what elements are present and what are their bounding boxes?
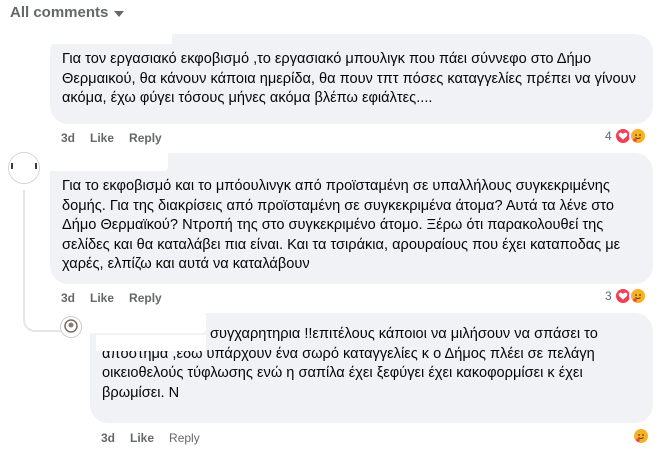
reply-bubble: συγχαρητηρια !!επιτέλους κάποιοι να μιλή… (90, 313, 653, 423)
hug-emoji-icon (628, 287, 647, 305)
comment-text: Για τον εργασιακό εκφοβισμό ,το εργασιακ… (62, 51, 636, 106)
reply-button[interactable]: Reply (169, 431, 200, 445)
reaction-summary[interactable] (632, 427, 650, 445)
reply-thread-line (23, 190, 61, 332)
comment-filter-dropdown[interactable]: All comments (10, 4, 125, 21)
comment-timestamp[interactable]: 3d (61, 131, 75, 145)
comment-timestamp[interactable]: 3d (61, 291, 75, 305)
comment-author-name-redacted (96, 335, 206, 351)
comment-actions: 3d Like Reply (101, 431, 200, 445)
hug-emoji-icon (632, 427, 650, 445)
chevron-down-icon (114, 10, 125, 17)
like-button[interactable]: Like (130, 431, 154, 445)
reaction-count: 3 (605, 289, 612, 303)
reply-avatar[interactable] (60, 316, 82, 338)
comment-actions: 3d Like Reply (61, 291, 162, 305)
avatar-image (61, 317, 81, 337)
comment-author-name-redacted (90, 313, 206, 333)
like-button[interactable]: Like (90, 291, 114, 305)
hug-emoji-icon (628, 127, 647, 145)
reaction-count: 4 (605, 129, 612, 143)
comment-bubble: Για το εκφοβισμό και το μπόουλινγκ από π… (50, 153, 653, 284)
reaction-summary[interactable]: 4 (605, 127, 647, 145)
comment-bubble: Για τον εργασιακό εκφοβισμό ,το εργασιακ… (50, 30, 653, 124)
comment-timestamp[interactable]: 3d (101, 431, 115, 445)
reply-button[interactable]: Reply (129, 131, 162, 145)
comment-author-name-redacted (50, 30, 172, 44)
comment-author-name-redacted (50, 153, 168, 171)
comment-filter-label: All comments (10, 4, 109, 21)
comment-actions: 3d Like Reply (61, 131, 162, 145)
like-button[interactable]: Like (90, 131, 114, 145)
reply-button[interactable]: Reply (129, 291, 162, 305)
avatar-image (9, 153, 39, 183)
comment-text: Για το εκφοβισμό και το μπόουλινγκ από π… (62, 178, 621, 272)
commenter-avatar[interactable] (8, 152, 40, 184)
reaction-summary[interactable]: 3 (605, 287, 647, 305)
